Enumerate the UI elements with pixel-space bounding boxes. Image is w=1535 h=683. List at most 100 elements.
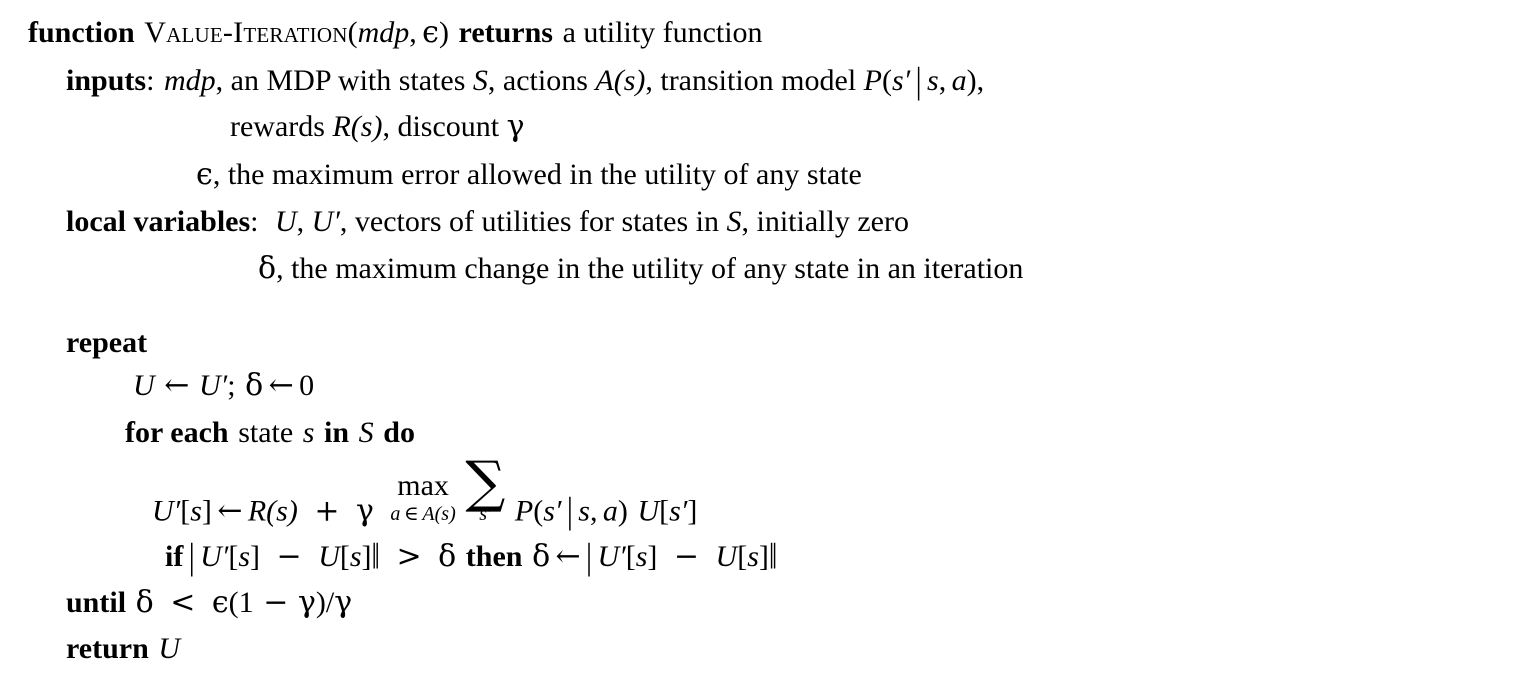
signature-comma: , — [409, 16, 417, 49]
line-inputs-first: inputs: mdp, an MDP with states S, action… — [66, 62, 985, 100]
symbol-s: s — [927, 64, 939, 97]
if-rhs-close: ] — [361, 540, 372, 573]
update-P-s-prime: s′ — [543, 494, 562, 528]
keyword-if: if — [165, 540, 184, 573]
update-P-a: a — [602, 494, 618, 528]
assign-arrow-1: ← — [164, 368, 190, 403]
p-close-paren: ) — [966, 64, 977, 97]
max-limit-a: a — [390, 503, 401, 526]
line-until: until δ < ϵ(1− γ)/γ — [66, 588, 352, 618]
line-local-variables: local variables: U, U′, vectors of utilit… — [66, 207, 909, 237]
symbol-a: a — [951, 64, 967, 97]
keyword-returns: returns — [458, 16, 553, 49]
symbol-P: P — [863, 64, 882, 97]
param-mdp: mdp — [357, 16, 410, 49]
symbol-S-states: S — [472, 64, 488, 97]
symbol-s-prime: s′ — [892, 64, 911, 97]
if-lhs-U-prime: U′ — [200, 540, 229, 573]
abs2-ropen: [ — [737, 540, 748, 573]
local-vars-text-b: , initially zero — [741, 205, 909, 238]
algorithm-name: Value-Iteration — [144, 16, 348, 49]
until-open-paren: ( — [228, 586, 239, 619]
algorithm-pseudocode-block: function Value-Iteration(mdp, ϵ) returns a u… — [0, 0, 1535, 683]
return-value-U: U — [158, 632, 181, 665]
max-limits: a ∈ A(s) — [390, 503, 455, 524]
label-local-variables: local variables — [66, 205, 251, 238]
until-one: 1 — [238, 586, 254, 619]
line-repeat: repeat — [66, 328, 147, 358]
line-bellman-update: U′[s] ← R(s) + γ max a ∈ A(s) ∑ s′ P(s′ | s, a) U[s′] — [152, 454, 697, 529]
init-delta: δ — [245, 368, 264, 403]
max-limit-in: ∈ — [404, 501, 419, 526]
abs-bar-open: | — [188, 535, 195, 577]
update-plus: + — [314, 493, 340, 529]
abs2-U-prime: U′ — [597, 540, 626, 573]
keyword-repeat: repeat — [66, 326, 148, 359]
symbol-R-of-s: R(s) — [332, 110, 383, 143]
delta-assign-arrow: ← — [555, 539, 581, 574]
conditional-bar: | — [915, 59, 922, 101]
keyword-return: return — [66, 632, 149, 665]
if-rhs-open: [ — [339, 540, 350, 573]
keyword-for-each: for each — [125, 416, 229, 449]
inputs-trailing-comma: , — [976, 64, 985, 97]
line-for-each: for each state s in Sdo — [125, 418, 415, 448]
local-vars-text-a: , vectors of utilities for states in — [339, 205, 727, 238]
update-P: P — [514, 494, 534, 528]
return-description: a utility function — [562, 16, 763, 49]
keyword-do: do — [383, 416, 415, 449]
signature-open-paren: ( — [347, 16, 358, 49]
keyword-then: then — [465, 540, 523, 573]
p-open-paren: ( — [882, 64, 892, 97]
abs2-lopen: [ — [625, 540, 636, 573]
until-epsilon: ϵ — [211, 585, 229, 620]
update-P-open: ( — [533, 494, 544, 528]
line-inputs-epsilon: ϵ, the maximum error allowed in the util… — [196, 160, 862, 190]
symbol-gamma-discount: γ — [506, 109, 525, 144]
abs2-U: U — [715, 540, 738, 573]
summation-operator: ∑ s′ — [465, 454, 505, 524]
update-index-close: ] — [201, 494, 212, 528]
line-function-signature: function Value-Iteration(mdp, ϵ) returns a u… — [28, 18, 763, 48]
rewards-text-a: rewards — [230, 110, 333, 143]
inputs-colon: : — [146, 64, 155, 97]
init-U: U — [133, 369, 155, 402]
loop-set-S: S — [358, 416, 374, 449]
update-P-comma: , — [589, 494, 598, 528]
signature-close-paren: ) — [438, 16, 449, 49]
update-P-s: s — [578, 494, 590, 528]
if-lhs-s: s — [238, 540, 251, 573]
if-greater-than: > — [396, 539, 422, 574]
update-U-s-prime: s′ — [669, 494, 688, 528]
until-slash: / — [325, 586, 335, 619]
update-U: U — [637, 494, 660, 528]
until-gamma-2: γ — [334, 585, 353, 620]
label-inputs: inputs — [66, 64, 147, 97]
p-comma: , — [938, 64, 947, 97]
symbol-epsilon: ϵ — [196, 157, 213, 192]
update-index-s: s — [190, 494, 202, 528]
init-semicolon: ; — [227, 369, 236, 402]
update-gamma: γ — [355, 493, 374, 529]
max-label: max — [397, 469, 449, 503]
local-variables-colon: : — [250, 205, 259, 238]
update-U-open: [ — [659, 494, 670, 528]
if-rhs-U: U — [318, 540, 340, 573]
init-zero: 0 — [299, 369, 315, 402]
inputs-text-c: , transition model — [645, 64, 864, 97]
if-minus: − — [276, 539, 302, 574]
param-epsilon: ϵ — [422, 15, 439, 50]
assign-arrow-2: ← — [268, 368, 294, 403]
line-initialize-utilities: U ← U′; δ ← 0 — [133, 371, 314, 401]
if-delta: δ — [438, 539, 457, 574]
abs2-ls: s — [635, 540, 648, 573]
line-return: return U — [66, 634, 180, 664]
update-conditional-bar: | — [566, 490, 573, 532]
until-gamma: γ — [297, 585, 316, 620]
keyword-in: in — [324, 416, 350, 449]
abs2-minus: − — [673, 539, 700, 574]
until-close-paren: ) — [315, 586, 326, 619]
symbol-U-prime: U′ — [311, 205, 340, 238]
symbol-U: U — [275, 205, 297, 238]
text-state: state — [238, 416, 294, 449]
